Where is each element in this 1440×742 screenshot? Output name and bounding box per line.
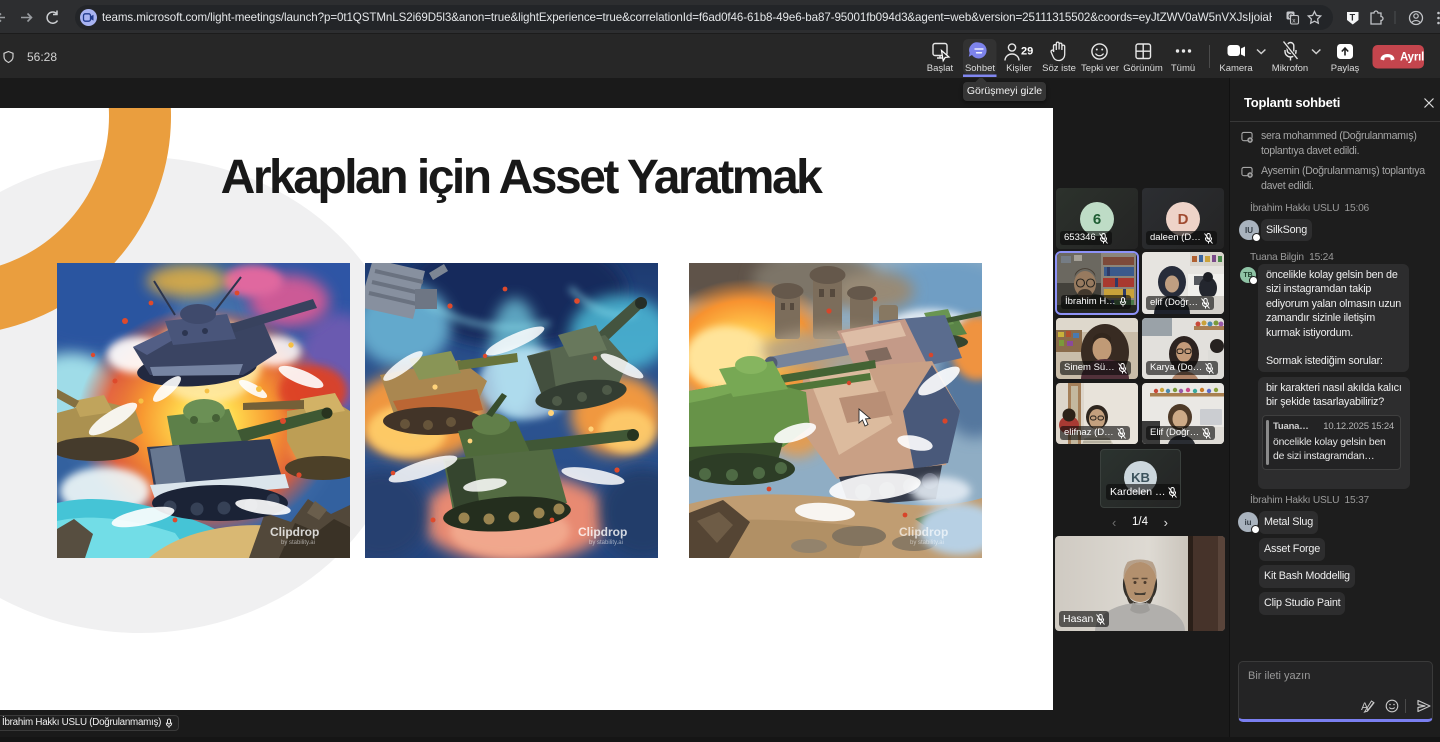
svg-text:Clipdrop: Clipdrop xyxy=(270,525,319,539)
svg-text:T: T xyxy=(1350,13,1356,23)
svg-text:Ayrıl: Ayrıl xyxy=(1400,52,1424,64)
svg-text:Clipdrop: Clipdrop xyxy=(899,525,948,539)
svg-text:Clipdrop: Clipdrop xyxy=(578,525,627,539)
svg-text:29: 29 xyxy=(1021,46,1033,58)
svg-text:by stability.ai: by stability.ai xyxy=(281,540,315,546)
svg-text:by stability.ai: by stability.ai xyxy=(589,540,623,546)
svg-text:by stability.ai: by stability.ai xyxy=(910,540,944,546)
